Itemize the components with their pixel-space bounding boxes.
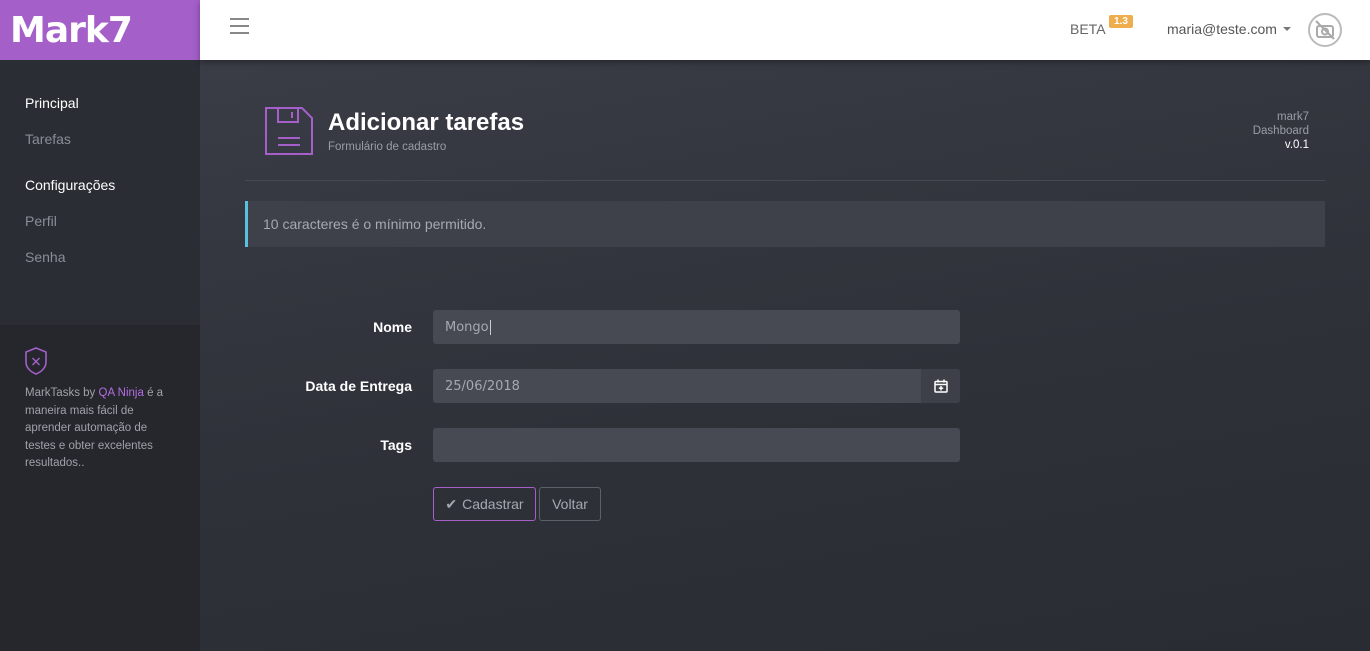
meta-section: Dashboard <box>1252 125 1309 137</box>
version-badge: 1.3 <box>1109 15 1133 28</box>
info-text-before: MarkTasks by <box>25 387 99 399</box>
check-icon: ✔ <box>445 495 458 512</box>
cadastrar-label: Cadastrar <box>462 496 524 512</box>
floppy-disk-icon <box>265 107 313 155</box>
calendar-plus-icon <box>933 379 948 393</box>
sidebar: Principal Tarefas Configurações Perfil S… <box>0 60 200 651</box>
tags-label: Tags <box>380 437 412 453</box>
hamburger-icon[interactable] <box>230 18 249 34</box>
name-value: Mongo <box>445 319 489 335</box>
divider <box>245 180 1325 181</box>
beta-label: BETA <box>1070 21 1106 37</box>
sidebar-section-principal[interactable]: Principal <box>25 95 79 111</box>
no-photo-icon[interactable] <box>1308 13 1342 47</box>
date-field[interactable]: 25/06/2018 <box>433 369 960 403</box>
sidebar-item-tarefas[interactable]: Tarefas <box>25 131 71 147</box>
brand-name: Mark7 <box>10 9 133 51</box>
voltar-label: Voltar <box>552 496 588 512</box>
page-title: Adicionar tarefas <box>328 109 525 136</box>
qa-ninja-link[interactable]: QA Ninja <box>99 387 144 399</box>
text-cursor <box>489 319 491 335</box>
caret-down-icon <box>1282 27 1291 31</box>
calendar-button[interactable] <box>921 369 960 403</box>
alert-message: 10 caracteres é o mínimo permitido. <box>245 201 1325 247</box>
name-label: Nome <box>373 319 412 335</box>
meta-version: v.0.1 <box>1284 139 1309 151</box>
sidebar-item-senha[interactable]: Senha <box>25 249 65 265</box>
sidebar-section-configuracoes[interactable]: Configurações <box>25 177 115 193</box>
tags-field[interactable] <box>433 428 960 462</box>
main-content: Adicionar tarefas Formulário de cadastro… <box>200 60 1370 651</box>
sidebar-info: MarkTasks by QA Ninja é a maneira mais f… <box>0 325 200 651</box>
info-text-after: é a maneira mais fácil de aprender autom… <box>25 387 164 469</box>
breadcrumb: mark7 Dashboard v.0.1 <box>1253 110 1309 152</box>
date-label: Data de Entrega <box>305 378 412 394</box>
shield-icon <box>25 347 47 375</box>
top-bar: BETA 1.3 maria@teste.com <box>200 0 1370 60</box>
user-menu[interactable]: maria@teste.com <box>1167 21 1291 37</box>
meta-app: mark7 <box>1277 111 1309 123</box>
voltar-button[interactable]: Voltar <box>539 487 601 521</box>
alert-text: 10 caracteres é o mínimo permitido. <box>263 216 487 232</box>
sidebar-info-text: MarkTasks by QA Ninja é a maneira mais f… <box>25 385 175 473</box>
date-value: 25/06/2018 <box>445 378 520 394</box>
user-email: maria@teste.com <box>1167 21 1277 37</box>
sidebar-item-perfil[interactable]: Perfil <box>25 213 57 229</box>
name-field[interactable]: Mongo <box>433 310 960 344</box>
brand-logo[interactable]: Mark7 <box>0 0 200 60</box>
page-subtitle: Formulário de cadastro <box>328 141 447 153</box>
cadastrar-button[interactable]: ✔ Cadastrar <box>433 487 536 521</box>
